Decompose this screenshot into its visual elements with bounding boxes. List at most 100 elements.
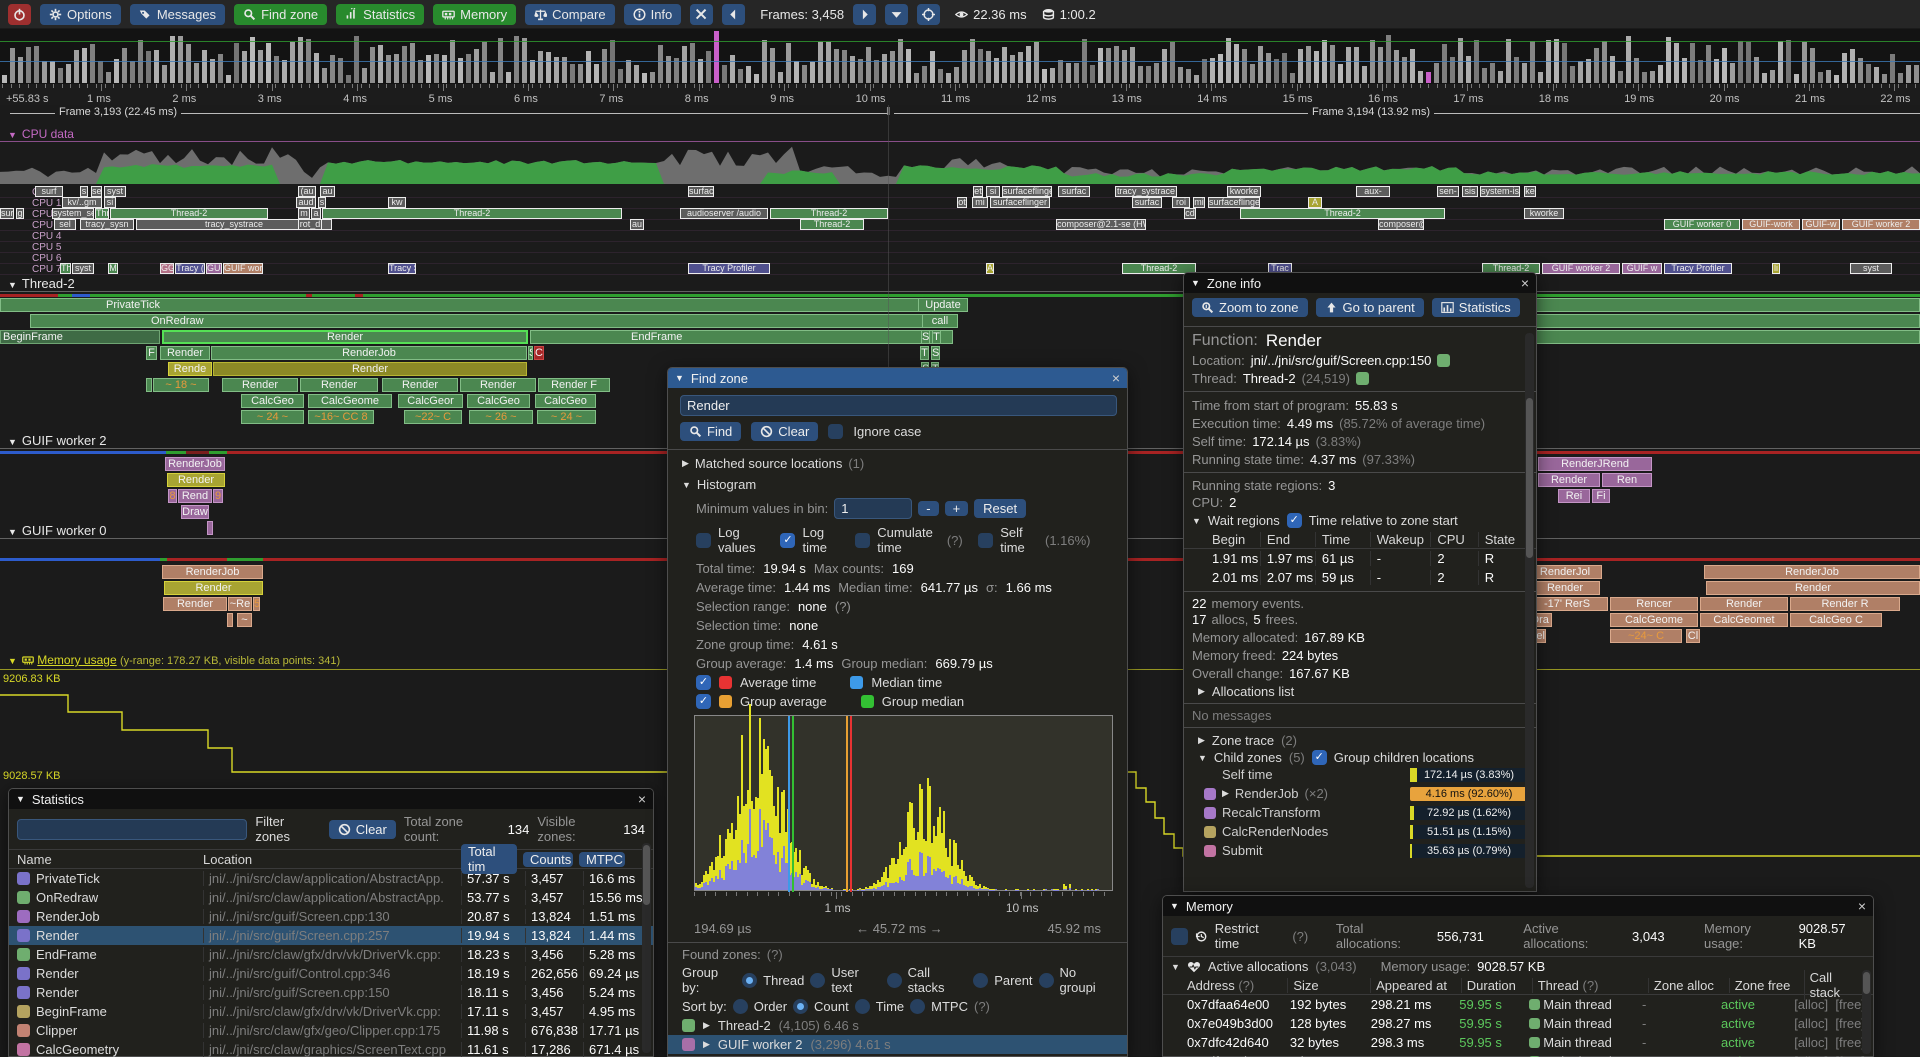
bin-reset-button[interactable]: Reset (974, 499, 1026, 518)
zoom-to-zone-button[interactable]: Zoom to zone (1192, 298, 1308, 317)
frame-labels-row[interactable]: Frame 3,193 (22.45 ms)‖Frame 3,194 (13.9… (0, 105, 1920, 121)
cpu-zone-chip[interactable]: Thread-2 (110, 208, 268, 219)
column-total-time[interactable]: Total tim (461, 844, 517, 874)
child-zone-row[interactable]: CalcRenderNodes51.51 µs (1.15%) (1184, 822, 1536, 841)
timeline-zone[interactable]: RenderJob (162, 565, 263, 579)
column-mtpc[interactable]: MTPC (579, 852, 625, 867)
cpu-zone-chip[interactable]: s (318, 197, 326, 208)
statistics-row[interactable]: Render jni/../jni/src/guif/Control.cpp:3… (9, 964, 653, 983)
cpu-zone-chip[interactable]: Thread-2 (800, 219, 864, 230)
timeline-zone[interactable]: Render (164, 581, 263, 595)
timeline-zone[interactable]: RenderJob (211, 346, 527, 360)
find-button[interactable]: Find (680, 422, 741, 441)
cpu-zone-chip[interactable]: (au (298, 186, 316, 197)
cpu-zone-chip[interactable]: surfac (1132, 197, 1162, 208)
sort-by-order[interactable] (733, 999, 748, 1014)
child-zones-toggle[interactable]: Child zones (1214, 750, 1282, 765)
timeline-zone[interactable]: Render R (1790, 597, 1900, 611)
statistics-row[interactable]: CalcGeometry jni/../jni/src/claw/graphic… (9, 1040, 653, 1057)
timeline-zone[interactable]: Render (1530, 581, 1600, 595)
cpu-zone-chip[interactable]: au (320, 186, 335, 197)
timeline-zone[interactable]: Render (1538, 473, 1600, 487)
cpu-zone-chip[interactable]: M (108, 263, 118, 274)
frame-label-right[interactable]: Frame 3,194 (13.92 ms) (1308, 106, 1434, 118)
allocation-row[interactable]: 0x7dfc42d640 32 bytes 298.3 ms 59.95 s M… (1163, 1033, 1873, 1052)
frame-label-left[interactable]: Frame 3,193 (22.45 ms) (55, 106, 181, 118)
group-by-call-stacks[interactable] (887, 973, 902, 988)
thread-section-header[interactable]: ▼GUIF worker 2 (8, 433, 106, 448)
timeline-zone[interactable]: CalcGeo (241, 394, 304, 408)
timeline-zone[interactable]: Draw (181, 505, 209, 519)
cpu-zone-chip[interactable]: syst (72, 263, 94, 274)
cpu-usage-graph[interactable] (0, 146, 1920, 184)
checkbox-self-time[interactable] (978, 533, 993, 548)
cpu-zone-chip[interactable]: composer@2.1-se (HW (1056, 219, 1146, 230)
cpu-zone-chip[interactable]: system-is (1480, 186, 1520, 197)
matched-source-locations[interactable]: Matched source locations (695, 456, 842, 471)
child-zone-row[interactable]: Submit35.63 µs (0.79%) (1184, 841, 1536, 860)
column-name[interactable]: Name (17, 852, 197, 867)
timeline-zone[interactable]: call (922, 314, 958, 328)
cpu-zone-chip[interactable]: GUI (206, 263, 222, 274)
timeline-zone[interactable]: Render (163, 597, 227, 611)
timeline-zone[interactable]: S (528, 346, 533, 360)
timeline-zone[interactable]: C (534, 346, 544, 360)
cpu-zone-chip[interactable]: sel (54, 219, 76, 230)
cpu-zone-chip[interactable]: Thre (95, 208, 109, 219)
timeline-zone[interactable]: ~24~ C (1610, 629, 1682, 643)
ignore-case-checkbox[interactable] (828, 424, 843, 439)
cpu-zone-chip[interactable]: s (80, 186, 88, 197)
cpu-zone-chip[interactable]: GUIF-w (1802, 219, 1840, 230)
timeline-zone[interactable]: -17' RerS (1526, 597, 1608, 611)
cpu-zone-chip[interactable]: Thread-2 (1240, 208, 1445, 219)
cpu-zone-chip[interactable]: m (298, 208, 310, 219)
cpu-zone-chip[interactable]: A (1308, 197, 1322, 208)
timeline-zone[interactable]: T (932, 330, 941, 344)
cpu-zone-chip[interactable]: Tracy Profiler (688, 263, 770, 274)
cpu-zone-chip[interactable]: kworke (1524, 208, 1564, 219)
timeline-zone[interactable]: Fi (1592, 489, 1610, 503)
cpu-zone-chip[interactable]: se (91, 186, 102, 197)
cpu-zone-chip[interactable]: surf (0, 208, 14, 219)
cpu-zone-chip[interactable]: rot_d (298, 219, 322, 230)
cpu-zone-chip[interactable]: sis (1462, 186, 1478, 197)
cpu-zone-chip[interactable]: li (1772, 263, 1780, 274)
statistics-scrollbar[interactable] (642, 843, 651, 1053)
cpu-zone-chip[interactable]: syst (1850, 263, 1892, 274)
timeline-zone[interactable]: Render (213, 362, 527, 376)
cpu-zone-chip[interactable]: Tracy ( (175, 263, 205, 274)
timeline-zone[interactable]: Render (382, 378, 458, 392)
tools-button[interactable] (690, 4, 713, 25)
cpu-zone-chip[interactable]: GUIF w (1622, 263, 1662, 274)
sort-by-mtpc[interactable] (910, 999, 925, 1014)
close-icon[interactable]: × (638, 791, 646, 807)
cpu-zone-chip[interactable]: cd (1184, 208, 1196, 219)
memory-scrollbar[interactable] (1862, 970, 1871, 1054)
cpu-zone-chip[interactable]: GUIF worker 2 (1842, 219, 1920, 230)
timeline-zone[interactable] (207, 521, 213, 535)
group-by-thread[interactable] (742, 973, 757, 988)
cpu-zone-chip[interactable]: si (104, 197, 116, 208)
focus-frame-button[interactable] (917, 4, 940, 25)
prev-frame-button[interactable] (722, 4, 745, 25)
checkbox-cumulate-time[interactable] (855, 533, 870, 548)
histogram-toggle[interactable]: Histogram (697, 477, 756, 492)
timeline-zone[interactable]: Update (918, 298, 968, 312)
selected-zone-render[interactable]: Render (162, 330, 528, 344)
cpu-zone-chip[interactable]: kv/..gm (62, 197, 102, 208)
allocation-row[interactable]: 0x7e049b3d00 128 bytes 298.27 ms 59.95 s… (1163, 1014, 1873, 1033)
cpu-zone-chip[interactable]: Th (60, 263, 71, 274)
cpu-zone-chip[interactable]: ot (957, 197, 967, 208)
column-location[interactable]: Location (203, 852, 455, 867)
group-by-parent[interactable] (973, 973, 988, 988)
cpu-zone-chip[interactable]: sen- (1437, 186, 1459, 197)
timeline-zone[interactable]: BeginFrame (0, 330, 160, 344)
cpu-zone-chip[interactable]: mi (972, 197, 988, 208)
power-button[interactable] (8, 4, 31, 25)
cpu-zone-chip[interactable]: kw (388, 197, 406, 208)
memory-button[interactable]: Memory (433, 4, 516, 25)
cpu-zone-chip[interactable]: Tracy S (388, 263, 416, 274)
cpu-zone-chip[interactable]: mi (1193, 197, 1205, 208)
found-zone-group-row[interactable]: ▶ Thread-2(4,105) 6.46 s (668, 1016, 1127, 1035)
cpu-zone-chip[interactable]: GUIF worker 2 (1542, 263, 1620, 274)
